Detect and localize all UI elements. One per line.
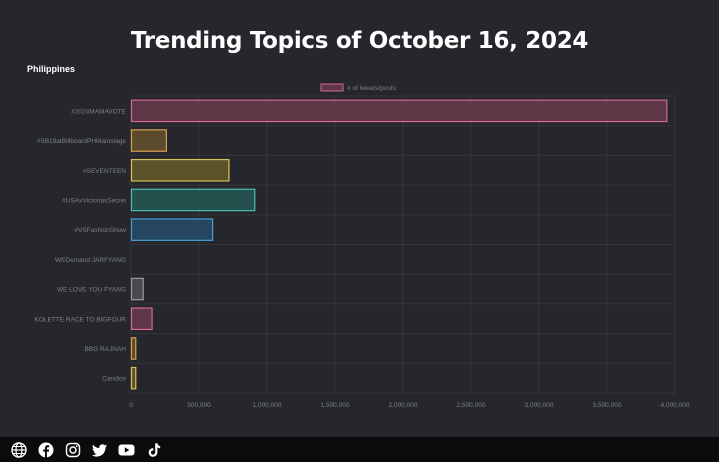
category-label: #SB19atBillboardPHMainstage [37,138,127,145]
x-tick-label: 1,500,000 [321,402,350,409]
x-tick-label: 4,000,000 [661,402,690,409]
bar [130,218,214,241]
category-label: #SEVENTEEN [83,168,126,175]
bar [130,307,153,331]
bar [130,366,137,390]
facebook-icon[interactable] [37,441,54,458]
legend-swatch [320,83,344,92]
category-label: WEDemand JARFYANG [55,257,126,264]
bar [130,99,668,123]
bar [130,188,256,212]
tiktok-icon[interactable] [145,441,162,458]
x-tick-label: 3,000,000 [525,402,554,409]
category-label: BBG RAJNAH [84,346,126,353]
category-label: #USAxVictoriasSecret [62,197,126,204]
instagram-icon[interactable] [64,441,81,458]
footer-bar [0,437,719,462]
category-label: KOLETTE RACE TO BIGFOUR [35,316,127,323]
category-label: Candice [102,376,126,383]
x-tick-label: 3,500,000 [593,402,622,409]
x-tick-label: 500,000 [187,402,211,409]
bar [130,337,137,360]
bar [130,129,167,152]
x-tick-label: 2,500,000 [457,402,486,409]
bar-chart: 0 500,000 1,000,000 1,500,000 2,000,000 2,500… [35,83,690,409]
youtube-icon[interactable] [118,441,135,458]
category-label: #VSFashionShow [74,227,126,234]
x-tick-label: 0 [129,402,133,409]
globe-icon[interactable] [10,441,27,458]
x-tick-label: 2,000,000 [389,402,418,409]
bar [130,158,230,182]
x-tick-label: 1,000,000 [253,402,282,409]
bar [130,277,144,301]
legend-label: # of tweets/posts [347,85,397,92]
category-label: #2024MAMAVOTE [71,108,126,115]
category-label: WE LOVE YOU FYANG [57,287,126,294]
twitter-icon[interactable] [91,441,108,458]
